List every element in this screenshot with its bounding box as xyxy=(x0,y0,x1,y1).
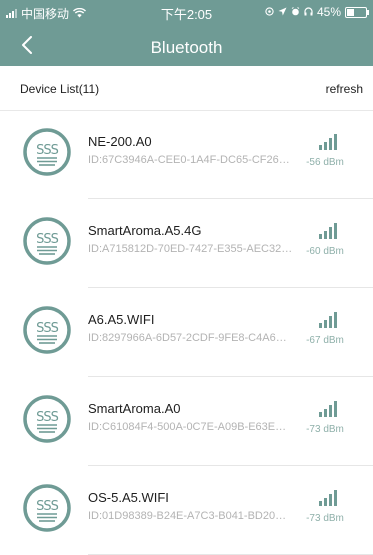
status-bar: 中国移动 下午2:05 45% xyxy=(0,0,373,22)
device-row[interactable]: SSS A6.A5.WIFI ID:8297966A-6D57-2CDF-9FE… xyxy=(0,288,373,377)
device-id: ID:67C3946A-CEE0-1A4F-DC65-CF26… xyxy=(88,154,290,166)
svg-text:SSS: SSS xyxy=(36,143,59,158)
device-row[interactable]: SSS NE-200.A0 ID:67C3946A-CEE0-1A4F-DC65… xyxy=(0,110,373,199)
navigation-header: 中国移动 下午2:05 45% Bluetooth xyxy=(0,0,373,66)
navigation-arrow-icon xyxy=(278,5,287,19)
signal-bars-icon xyxy=(318,310,338,330)
signal-bars-icon xyxy=(318,399,338,419)
status-right: 45% xyxy=(265,5,369,19)
device-rssi: -73 dBm xyxy=(306,424,344,435)
battery-tip xyxy=(367,9,369,15)
device-count-label: Device List(11) xyxy=(20,82,100,96)
device-id: ID:8297966A-6D57-2CDF-9FE8-C4A6… xyxy=(88,332,287,344)
device-list: SSS NE-200.A0 ID:67C3946A-CEE0-1A4F-DC65… xyxy=(0,110,373,555)
aroma-diffuser-icon: SSS xyxy=(22,394,72,444)
signal-bars-icon xyxy=(318,221,338,241)
device-list-toolbar: Device List(11) refresh xyxy=(0,66,373,111)
location-icon xyxy=(265,5,274,19)
device-row[interactable]: SSS SmartAroma.A0 ID:C61084F4-500A-0C7E-… xyxy=(0,377,373,466)
device-name: SmartAroma.A5.4G xyxy=(88,223,202,238)
device-id: ID:C61084F4-500A-0C7E-A09B-E63E… xyxy=(88,421,287,433)
device-name: SmartAroma.A0 xyxy=(88,401,181,416)
device-rssi: -56 dBm xyxy=(306,157,344,168)
headphones-icon xyxy=(304,5,313,19)
svg-text:SSS: SSS xyxy=(36,410,59,425)
battery-icon xyxy=(345,6,369,18)
device-name: NE-200.A0 xyxy=(88,134,152,149)
refresh-button[interactable]: refresh xyxy=(326,82,363,96)
device-rssi: -67 dBm xyxy=(306,335,344,346)
device-rssi: -73 dBm xyxy=(306,513,344,524)
page-title: Bluetooth xyxy=(150,38,223,57)
svg-text:SSS: SSS xyxy=(36,232,59,247)
device-row[interactable]: SSS SmartAroma.A5.4G ID:A715812D-70ED-74… xyxy=(0,199,373,288)
svg-text:SSS: SSS xyxy=(36,321,59,336)
alarm-icon xyxy=(291,5,300,19)
battery-percent: 45% xyxy=(316,5,341,19)
aroma-diffuser-icon: SSS xyxy=(22,216,72,266)
device-name: A6.A5.WIFI xyxy=(88,312,155,327)
device-name: OS-5.A5.WIFI xyxy=(88,490,169,505)
device-row[interactable]: SSS OS-5.A5.WIFI ID:01D98389-B24E-A7C3-B… xyxy=(0,466,373,555)
svg-text:SSS: SSS xyxy=(36,499,59,514)
aroma-diffuser-icon: SSS xyxy=(22,483,72,533)
device-id: ID:A715812D-70ED-7427-E355-AEC32… xyxy=(88,243,293,255)
device-id: ID:01D98389-B24E-A7C3-B041-BD20… xyxy=(88,510,287,522)
device-rssi: -60 dBm xyxy=(306,246,344,257)
aroma-diffuser-icon: SSS xyxy=(22,127,72,177)
battery-fill xyxy=(347,8,354,16)
signal-bars-icon xyxy=(318,488,338,508)
aroma-diffuser-icon: SSS xyxy=(22,305,72,355)
signal-bars-icon xyxy=(318,132,338,152)
